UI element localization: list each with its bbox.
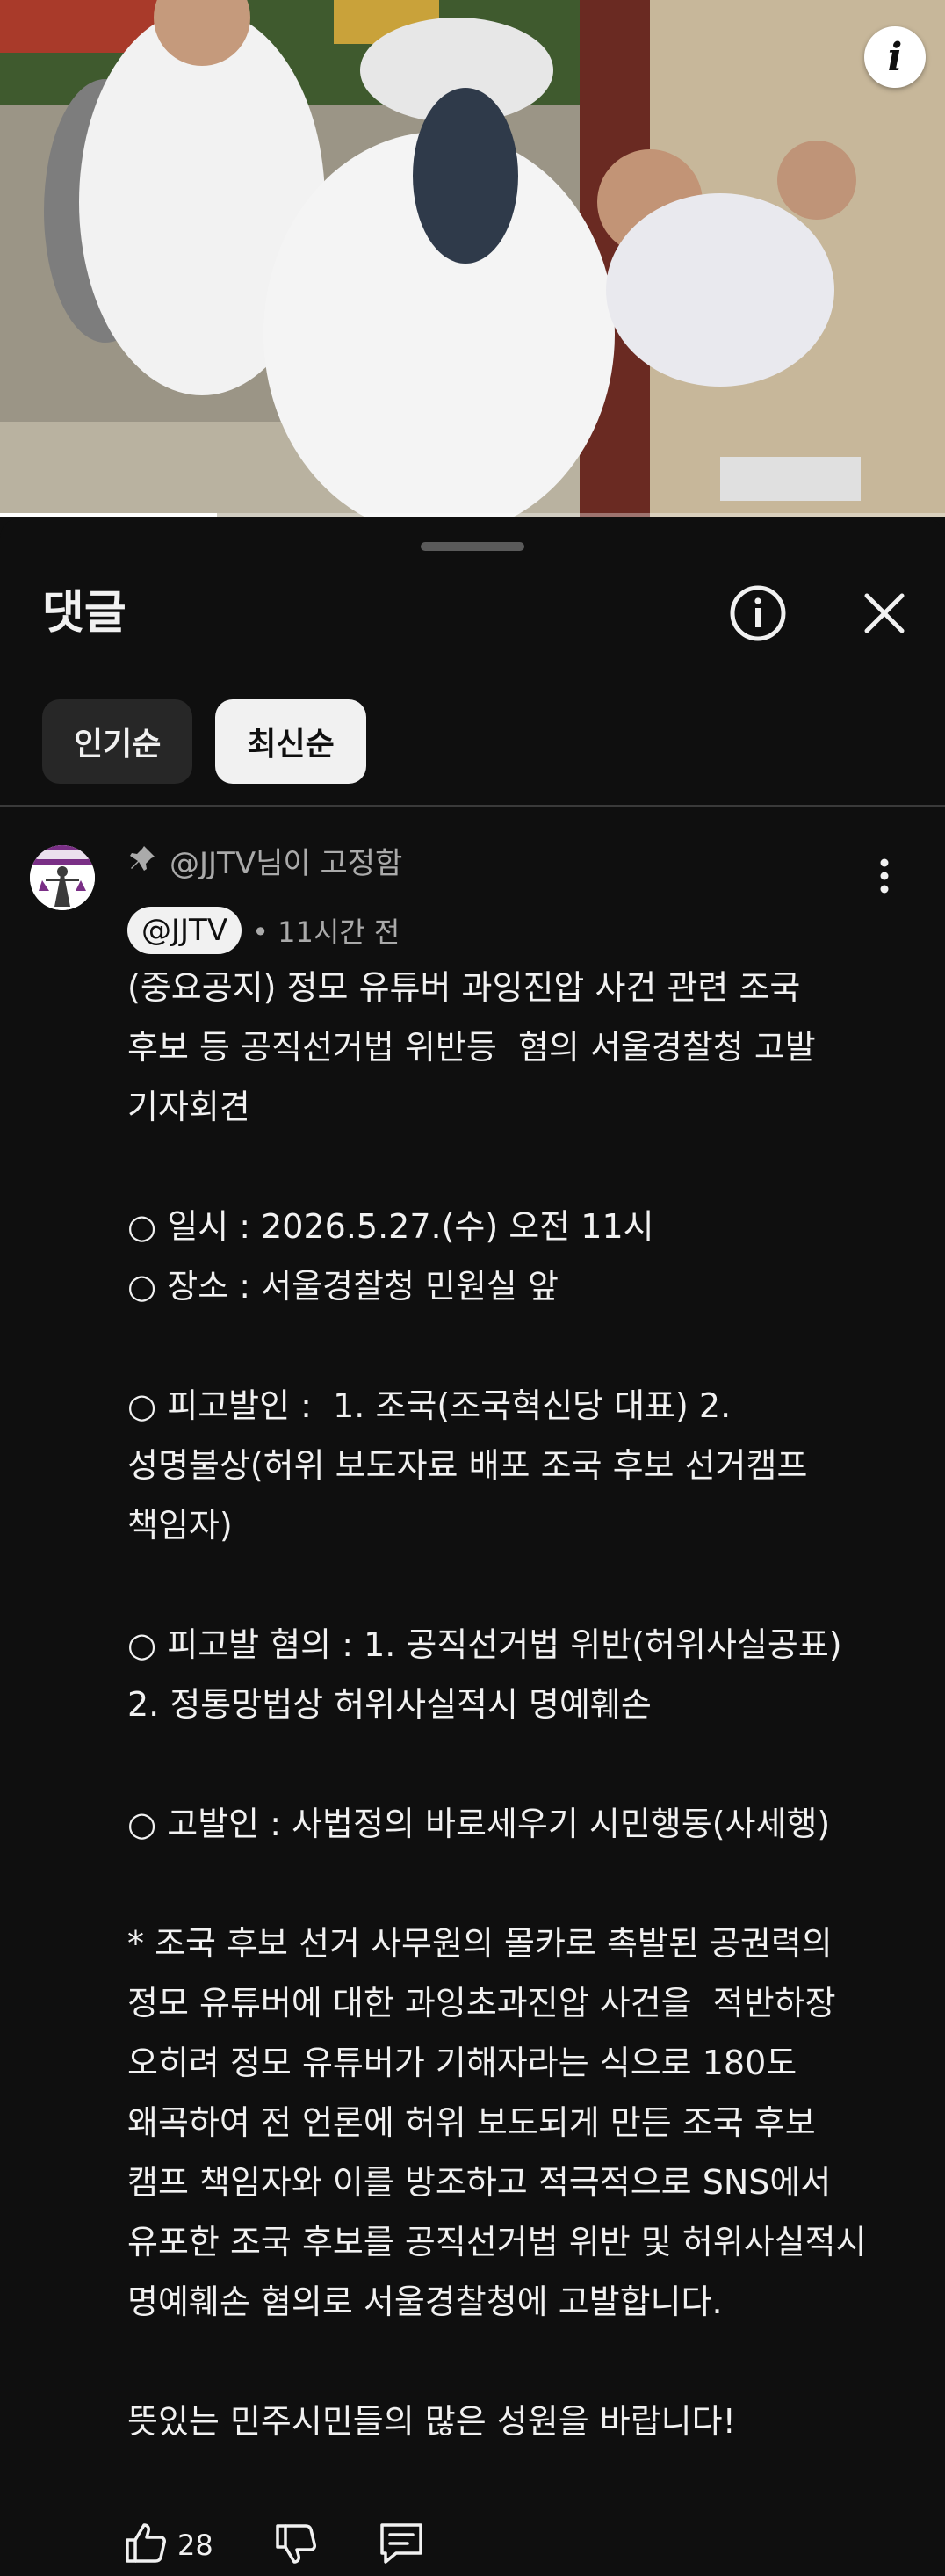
comment-line: ○ 장소 : 서울경찰청 민원실 앞 bbox=[127, 1267, 559, 1306]
comment-line: 후보 등 공직선거법 위반등 혐의 서울경찰청 고발 bbox=[127, 1028, 816, 1067]
comment-line: ○ 일시 : 2026.5.27.(수) 오전 11시 bbox=[127, 1207, 654, 1246]
comment-line: 기자회견 bbox=[127, 1088, 250, 1126]
video-frame bbox=[0, 0, 945, 517]
sort-chips: 인기순 최신순 bbox=[42, 699, 366, 784]
dislike-button[interactable] bbox=[230, 2514, 362, 2576]
comment-line bbox=[127, 1854, 900, 1914]
comment-line: ○ 피고발인 : 1. 조국(조국혁신당 대표) 2. bbox=[127, 1386, 732, 1425]
comment-line: 명예훼손 혐의로 서울경찰청에 고발합니다. bbox=[127, 2283, 723, 2321]
sheet-title: 댓글 bbox=[42, 587, 126, 640]
comment-line bbox=[127, 1316, 900, 1376]
avatar[interactable] bbox=[30, 845, 95, 910]
comment-text: (중요공지) 정모 유튜버 과잉진압 사건 관련 조국후보 등 공직선거법 위반… bbox=[127, 958, 900, 2451]
pinned-indicator: @JJTV님이 고정함 bbox=[127, 842, 402, 886]
video-progress-bar[interactable] bbox=[0, 513, 945, 517]
comment-line: 유포한 조국 후보를 공직선거법 위반 및 허위사실적시 bbox=[127, 2223, 867, 2261]
pin-icon bbox=[127, 842, 157, 886]
comment-line: 성명불상(허위 보도자료 배포 조국 후보 선거캠프 bbox=[127, 1446, 808, 1485]
sheet-drag-handle[interactable] bbox=[421, 542, 524, 551]
comment-line: * 조국 후보 선거 사무원의 몰카로 촉발된 공권력의 bbox=[127, 1924, 833, 1963]
thumbs-down-icon bbox=[273, 2521, 319, 2570]
comment-line: 캠프 책임자와 이를 방조하고 적극적으로 SNS에서 bbox=[127, 2163, 832, 2202]
pinned-label: @JJTV님이 고정함 bbox=[170, 846, 403, 881]
sort-chip-popular[interactable]: 인기순 bbox=[42, 699, 193, 784]
sheet-divider bbox=[0, 805, 945, 807]
info-circle-icon[interactable] bbox=[723, 578, 793, 648]
comment-actions: 28 bbox=[123, 2514, 441, 2576]
like-count: 28 bbox=[177, 2529, 213, 2562]
comment-line: 2. 정통망법상 허위사실적시 명예훼손 bbox=[127, 1685, 652, 1724]
more-vertical-icon[interactable] bbox=[865, 845, 904, 907]
video-info-button[interactable]: i bbox=[864, 26, 926, 88]
comment-line: ○ 피고발 혐의 : 1. 공직선거법 위반(허위사실공표) bbox=[127, 1625, 842, 1664]
reply-button[interactable] bbox=[362, 2514, 441, 2576]
comment-line: 왜곡하여 전 언론에 허위 보도되게 만든 조국 후보 bbox=[127, 2103, 816, 2142]
like-button[interactable]: 28 bbox=[123, 2514, 230, 2576]
thumbs-up-icon bbox=[123, 2521, 169, 2570]
sheet-header: 댓글 bbox=[0, 571, 945, 659]
sort-chip-newest[interactable]: 최신순 bbox=[215, 699, 366, 784]
comment-line: 뜻있는 민주시민들의 많은 성원을 바랍니다! bbox=[127, 2402, 736, 2441]
author-name[interactable]: @JJTV bbox=[127, 907, 242, 954]
comment-meta: @JJTV • 11시간 전 bbox=[127, 907, 400, 954]
comment-line: 정모 유튜버에 대한 과잉초과진압 사건을 적반하장 bbox=[127, 1984, 836, 2022]
comments-sheet: 댓글 인기순 최신순 @JJTV님이 고정함 @JJTV • 11시간 전 (중… bbox=[0, 518, 945, 2564]
video-progress-fill bbox=[0, 513, 218, 517]
comment-line: ○ 고발인 : 사법정의 바로세우기 시민행동(사세행) bbox=[127, 1805, 831, 1843]
comment-line bbox=[127, 1137, 900, 1197]
close-x-icon[interactable] bbox=[849, 578, 920, 648]
reply-comment-icon bbox=[377, 2520, 426, 2571]
comment-line bbox=[127, 2332, 900, 2391]
comment-time: • 11시간 전 bbox=[252, 915, 400, 949]
comment-line: (중요공지) 정모 유튜버 과잉진압 사건 관련 조국 bbox=[127, 968, 801, 1007]
comment-line bbox=[127, 1734, 900, 1794]
comment-line: 오히려 정모 유튜버가 기해자라는 식으로 180도 bbox=[127, 2044, 797, 2082]
comment-line: 책임자) bbox=[127, 1506, 233, 1545]
video-player[interactable]: i bbox=[0, 0, 945, 517]
comment-line bbox=[127, 1555, 900, 1615]
